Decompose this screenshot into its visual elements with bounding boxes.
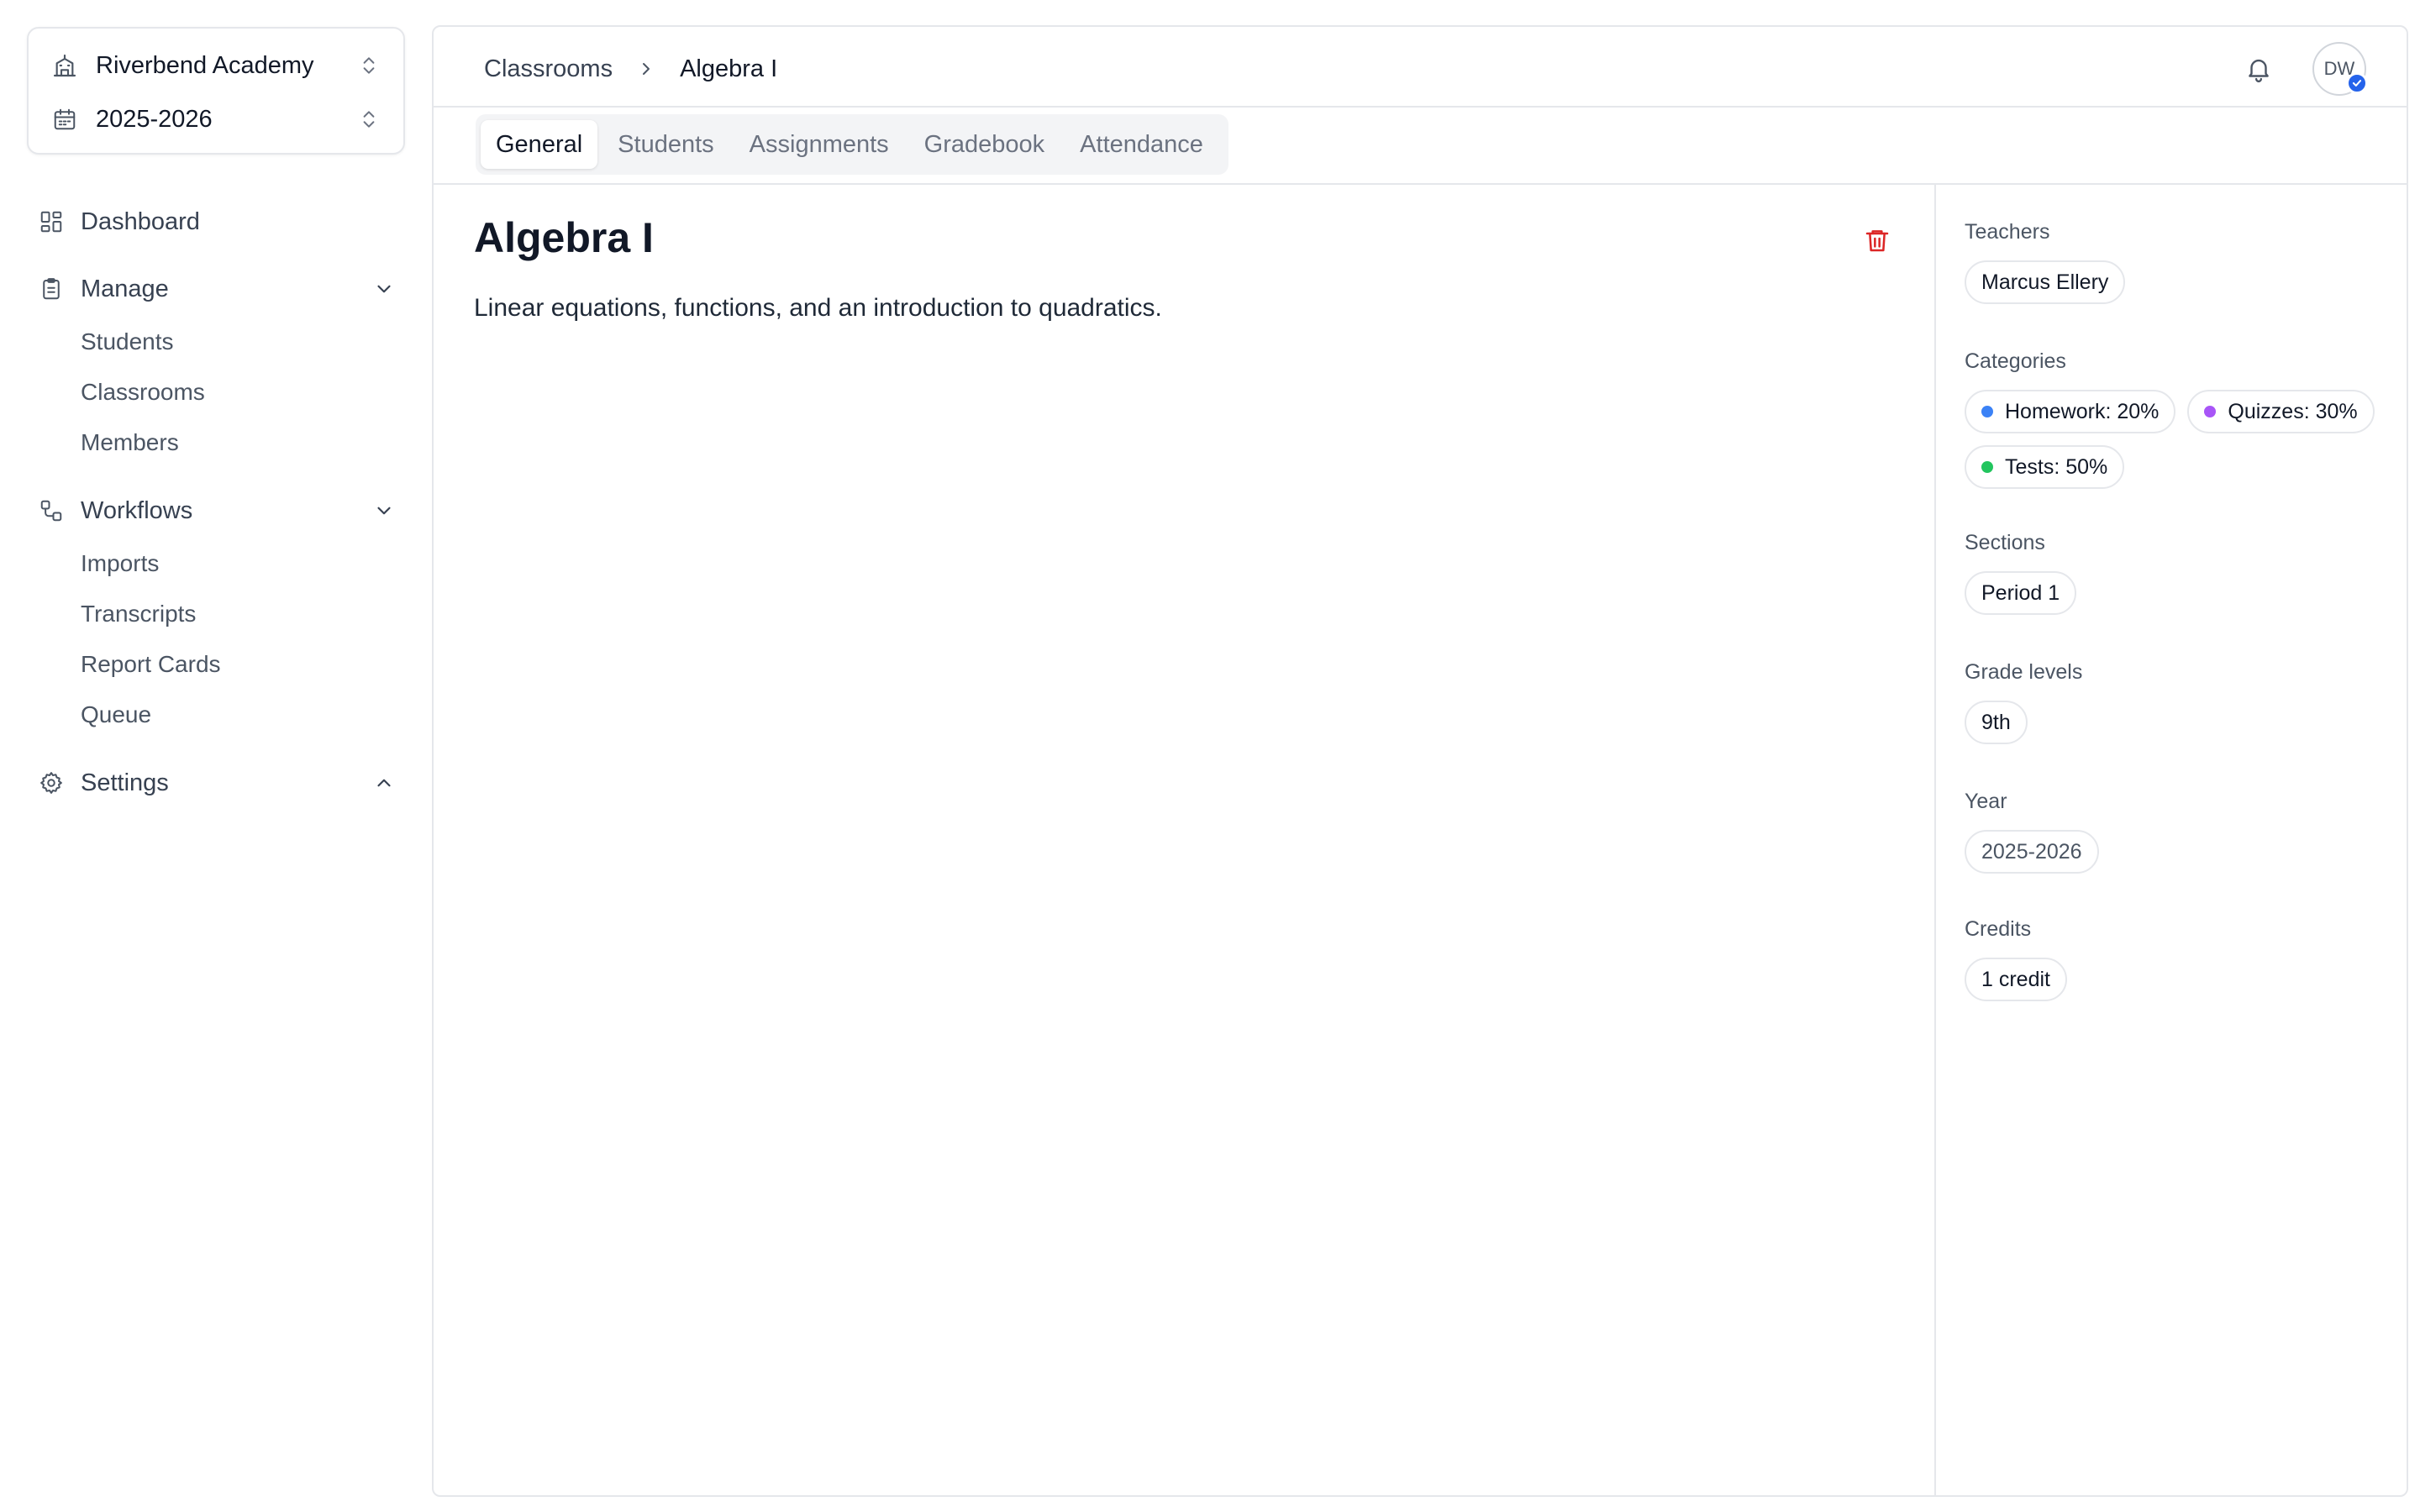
sidebar-subitem-imports[interactable]: Imports [81,544,159,583]
tab-attendance[interactable]: Attendance [1065,120,1218,169]
sidebar: Riverbend Academy 2025-2026 Dashboard Ma… [0,0,420,1512]
category-chip-homework[interactable]: Homework: 20% [1965,390,2176,433]
category-chip-tests[interactable]: Tests: 50% [1965,445,2125,489]
group-label: Grade levels [1965,659,2083,684]
teachers-group: Teachers Marcus Ellery [1965,217,2390,304]
sidebar-item-dashboard[interactable]: Dashboard [37,198,398,245]
school-name: Riverbend Academy [96,51,314,79]
sidebar-item-label: Workflows [81,496,193,524]
tab-gradebook[interactable]: Gradebook [909,120,1060,169]
credits-group: Credits 1 credit [1965,914,2390,1001]
workflow-icon [37,496,66,525]
section-chip[interactable]: Period 1 [1965,571,2077,615]
purple-dot-icon [2204,406,2217,417]
category-text: Quizzes: 30% [2228,399,2358,423]
details-panel: Teachers Marcus Ellery Categories Homewo… [1938,185,2407,1495]
delete-classroom-trash-icon[interactable] [1862,223,1892,257]
sidebar-subitem-students[interactable]: Students [81,323,174,361]
user-avatar[interactable]: DW [2312,42,2368,96]
sidebar-item-settings[interactable]: Settings [37,759,398,806]
school-year: 2025-2026 [96,105,213,133]
calendar-icon [50,105,79,134]
sidebar-subitem-classrooms[interactable]: Classrooms [81,373,205,412]
green-dot-icon [1981,461,1993,473]
breadcrumb-classrooms-link[interactable]: Classrooms [484,55,613,83]
category-chip-quizzes[interactable]: Quizzes: 30% [2187,390,2375,433]
group-label: Sections [1965,530,2045,554]
chevron-right-icon [636,59,656,79]
main-panel: Classrooms Algebra I DW General Students… [432,25,2408,1497]
dashboard-icon [37,207,66,236]
year-switcher[interactable]: 2025-2026 [50,102,381,136]
chevron-down-icon [370,496,398,525]
breadcrumb: Classrooms Algebra I [484,50,777,87]
chevron-down-icon [370,275,398,303]
sidebar-item-workflows[interactable]: Workflows [37,487,398,534]
group-label: Categories [1965,349,2066,373]
group-label: Year [1965,789,2007,813]
grade-levels-group: Grade levels 9th [1965,657,2390,744]
classroom-description: Linear equations, functions, and an intr… [474,294,1162,322]
gear-icon [37,769,66,797]
clipboard-icon [37,275,66,303]
breadcrumb-current: Algebra I [680,55,778,82]
topbar: Classrooms Algebra I DW [434,27,2407,108]
group-label: Credits [1965,916,2032,941]
org-switcher-card: Riverbend Academy 2025-2026 [27,27,405,155]
group-label: Teachers [1965,219,2050,244]
app: Riverbend Academy 2025-2026 Dashboard Ma… [0,0,2420,1512]
page-title: Algebra I [474,214,654,261]
verified-check-icon [2346,72,2368,94]
year-group: Year 2025-2026 [1965,786,2390,874]
sidebar-item-label: Manage [81,275,169,302]
chevron-up-icon [370,769,398,797]
credits-chip[interactable]: 1 credit [1965,958,2067,1001]
grade-level-chip[interactable]: 9th [1965,701,2028,744]
sidebar-subitem-queue[interactable]: Queue [81,696,151,734]
tab-students[interactable]: Students [602,120,729,169]
chevrons-up-down-icon [356,51,381,80]
school-switcher[interactable]: Riverbend Academy [50,49,381,82]
blue-dot-icon [1981,406,1993,417]
classroom-content: Algebra I Linear equations, functions, a… [434,185,1936,1495]
tabs: General Students Assignments Gradebook A… [476,114,1228,175]
sidebar-item-manage[interactable]: Manage [37,265,398,312]
school-icon [50,51,79,80]
notifications-bell-icon[interactable] [2242,52,2275,86]
tab-general[interactable]: General [481,120,598,169]
tab-bar: General Students Assignments Gradebook A… [434,108,2407,185]
sidebar-subitem-report-cards[interactable]: Report Cards [81,645,221,684]
chevrons-up-down-icon [356,105,381,134]
sidebar-item-label: Dashboard [81,207,200,235]
teacher-chip[interactable]: Marcus Ellery [1965,260,2126,304]
year-chip[interactable]: 2025-2026 [1965,830,2099,874]
sections-group: Sections Period 1 [1965,528,2390,615]
sidebar-item-label: Settings [81,769,169,796]
categories-group: Categories Homework: 20% Quizzes: 30% Te… [1965,346,2390,489]
sidebar-subitem-transcripts[interactable]: Transcripts [81,595,196,633]
sidebar-subitem-members[interactable]: Members [81,423,179,462]
tab-assignments[interactable]: Assignments [734,120,904,169]
category-text: Tests: 50% [2005,454,2108,479]
category-text: Homework: 20% [2005,399,2160,423]
